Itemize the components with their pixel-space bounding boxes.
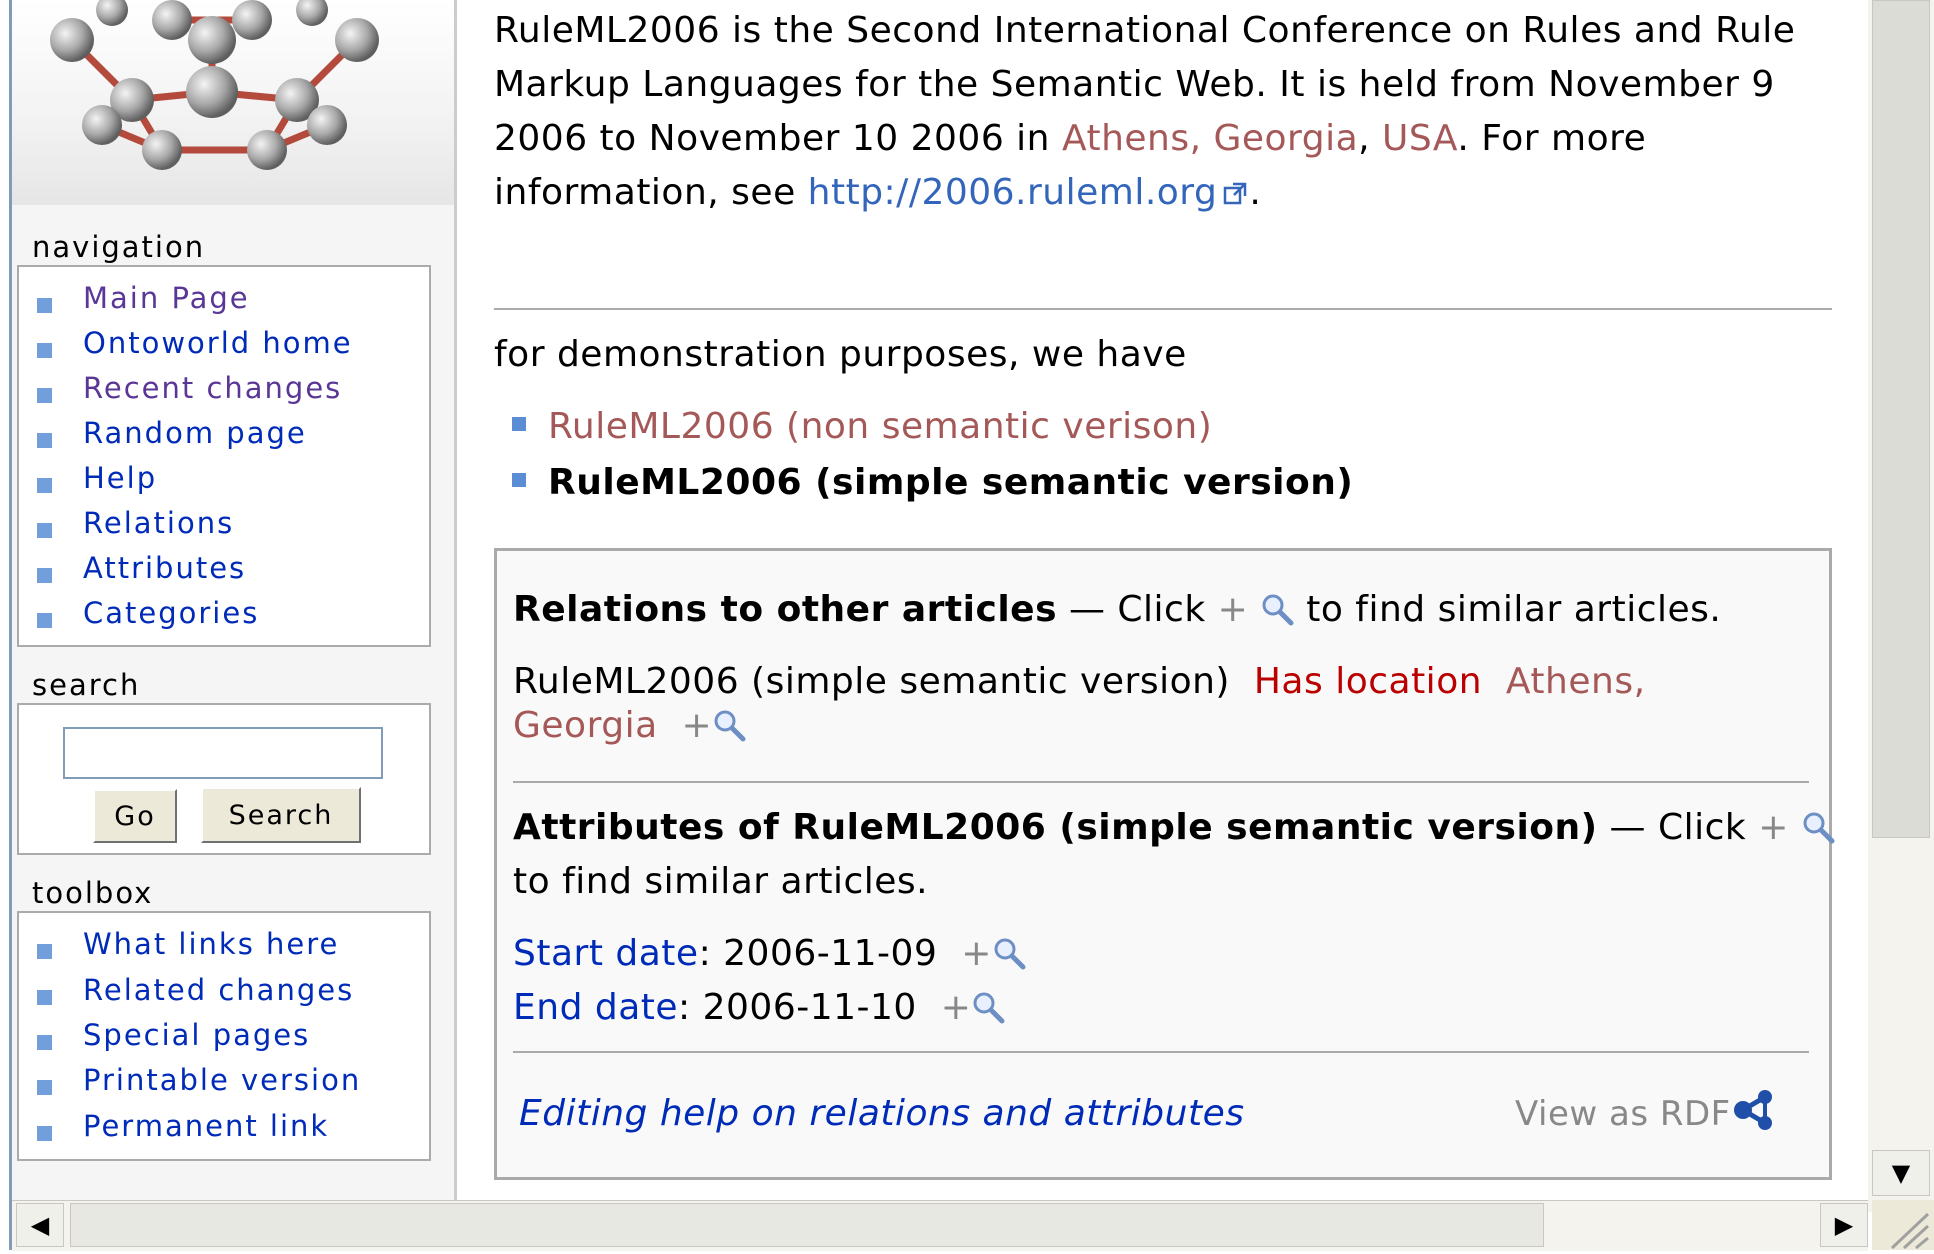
demo-text: for demonstration purposes, we have — [494, 334, 1187, 375]
relation-row-cont: Georgia + — [513, 699, 746, 753]
view-as-rdf-link[interactable]: View as RDF — [1515, 1087, 1777, 1141]
search-portlet: Go Search — [17, 703, 431, 855]
bullet-icon — [37, 1080, 52, 1095]
rdf-icon — [1731, 1089, 1777, 1131]
fullerene-logo-icon — [50, 0, 379, 170]
intro-line-1: RuleML2006 is the Second International C… — [494, 10, 1796, 51]
bullet-icon — [37, 523, 52, 538]
bullet-icon — [37, 298, 52, 313]
editing-help-link[interactable]: Editing help on relations and attributes — [519, 1087, 1245, 1141]
scroll-right-arrow-icon[interactable]: ▶ — [1820, 1203, 1868, 1247]
bullet-icon — [37, 568, 52, 583]
relations-heading: Relations to other articles — [513, 589, 1058, 630]
bullet-icon — [37, 433, 52, 448]
window-left-border — [0, 0, 12, 1250]
toolbox-title: toolbox — [32, 876, 154, 910]
relations-header: Relations to other articles — Click + to… — [513, 588, 1722, 630]
georgia-link[interactable]: Georgia — [513, 705, 658, 746]
athens-georgia-link[interactable]: Athens, Georgia — [1062, 118, 1358, 159]
bullet-icon — [37, 613, 52, 628]
navigation-portlet: Main Page Ontoworld home Recent changes … — [17, 265, 431, 647]
sidebar-divider — [454, 0, 457, 1212]
horizontal-scrollbar-thumb[interactable] — [70, 1203, 1544, 1247]
version-item-simple-semantic: RuleML2006 (simple semantic version) — [512, 456, 1353, 510]
has-location-link[interactable]: Has location — [1254, 661, 1482, 702]
bullet-icon — [512, 473, 526, 487]
ruleml-url-link[interactable]: http://2006.ruleml.org — [808, 172, 1218, 213]
search-icon[interactable] — [971, 986, 1005, 1024]
scroll-down-arrow-icon[interactable]: ▼ — [1872, 1150, 1930, 1196]
start-date-value: 2006-11-09 — [723, 933, 938, 974]
bullet-icon — [37, 1035, 52, 1050]
external-link-icon — [1223, 168, 1249, 205]
attribute-row-end-date: End date: 2006-11-10 + — [513, 981, 1005, 1035]
search-icon[interactable] — [1260, 588, 1294, 626]
section-divider — [494, 308, 1832, 310]
attributes-hint-cont: to find similar articles. — [513, 861, 929, 902]
bullet-icon — [512, 417, 526, 431]
factbox-divider — [513, 781, 1809, 783]
bullet-icon — [37, 343, 52, 358]
intro-line-2: Markup Languages for the Semantic Web. I… — [494, 64, 1775, 105]
usa-link[interactable]: USA — [1382, 118, 1457, 159]
end-date-link[interactable]: End date — [513, 987, 678, 1028]
go-button[interactable]: Go — [93, 789, 177, 843]
semantic-factbox: Relations to other articles — Click + to… — [494, 548, 1835, 1180]
search-icon[interactable] — [1801, 806, 1835, 844]
vertical-scrollbar-thumb[interactable] — [1872, 0, 1930, 838]
intro-line-4: information, see http://2006.ruleml.org. — [494, 166, 1261, 220]
version-item-non-semantic[interactable]: RuleML2006 (non semantic verison) — [512, 400, 1212, 454]
bullet-icon — [37, 478, 52, 493]
search-button[interactable]: Search — [201, 787, 361, 843]
toolbox-portlet: What links here Related changes Special … — [17, 911, 431, 1161]
search-input[interactable] — [63, 727, 383, 779]
intro-line-3: 2006 to November 10 2006 in Athens, Geor… — [494, 118, 1647, 159]
resize-grip-icon[interactable] — [1872, 1200, 1934, 1250]
attribute-row-start-date: Start date: 2006-11-09 + — [513, 927, 1026, 981]
relation-subject: RuleML2006 (simple semantic version) — [513, 661, 1230, 702]
attributes-heading: Attributes of RuleML2006 (simple semanti… — [513, 807, 1598, 848]
athens-link[interactable]: Athens, — [1506, 661, 1646, 702]
attributes-header: Attributes of RuleML2006 (simple semanti… — [513, 801, 1835, 855]
bullet-icon — [37, 944, 52, 959]
search-title: search — [32, 668, 141, 702]
bullet-icon — [37, 990, 52, 1005]
search-icon[interactable] — [992, 932, 1026, 970]
site-logo[interactable] — [12, 0, 454, 205]
factbox-divider — [513, 1051, 1809, 1053]
start-date-link[interactable]: Start date — [513, 933, 699, 974]
end-date-value: 2006-11-10 — [702, 987, 917, 1028]
scroll-left-arrow-icon[interactable]: ◀ — [16, 1203, 64, 1247]
search-icon[interactable] — [712, 704, 746, 742]
bullet-icon — [37, 388, 52, 403]
bullet-icon — [37, 1126, 52, 1141]
navigation-title: navigation — [32, 230, 206, 264]
